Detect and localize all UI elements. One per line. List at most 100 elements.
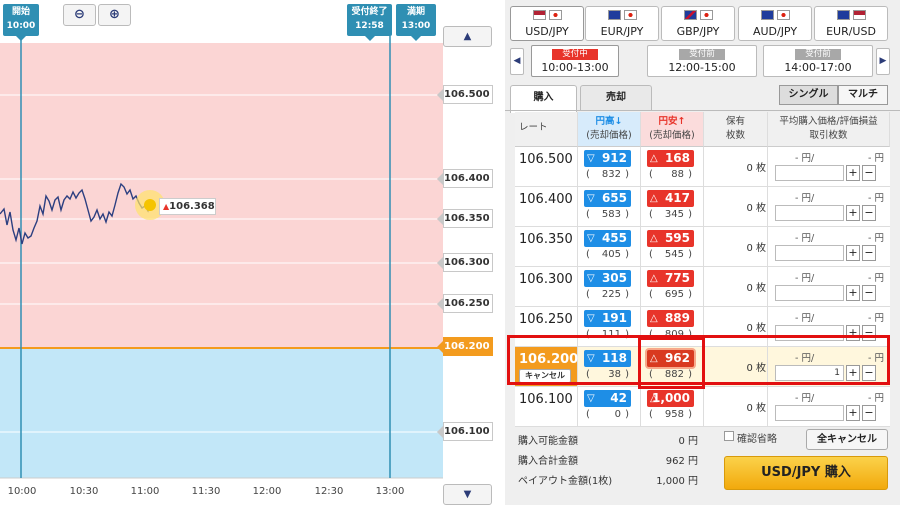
session-status: 受付前 xyxy=(795,49,841,60)
pair-flags xyxy=(662,10,734,25)
plus-button[interactable]: + xyxy=(846,405,860,421)
price-axis-label: 106.500 xyxy=(437,85,493,104)
time-axis-label: 11:30 xyxy=(191,486,221,497)
price-axis-label: 106.350 xyxy=(437,209,493,228)
minus-button[interactable]: − xyxy=(862,285,876,301)
minus-button[interactable]: − xyxy=(862,205,876,221)
pair-tab-label: GBP/JPY xyxy=(676,25,720,38)
plus-button[interactable]: + xyxy=(846,245,860,261)
price-axis-label: 106.200 xyxy=(437,337,493,356)
quantity-input[interactable] xyxy=(775,245,844,261)
pair-tab-4[interactable]: EUR/USD xyxy=(814,6,888,41)
table-row: 106.300 ▽ 305 (225) △ 775 (695) 0 枚 - 円/ -… xyxy=(515,267,890,307)
buy-high-price: 191 xyxy=(601,311,627,325)
buy-high-button[interactable]: ▽ 912 xyxy=(584,150,631,167)
buy-button[interactable]: USD/JPY 購入 xyxy=(724,456,888,490)
table-row: 106.500 ▽ 912 (832) △ 168 (88) 0 枚 - 円/ - … xyxy=(515,147,890,187)
single-order-toggle[interactable]: シングル xyxy=(779,85,838,105)
pair-tab-3[interactable]: AUD/JPY xyxy=(738,6,812,41)
row-rate-value: 106.400 xyxy=(519,192,573,207)
scroll-down-button[interactable]: ▼ xyxy=(443,484,492,505)
triangle-down-outline-icon: ▽ xyxy=(587,393,595,404)
buy-high-button[interactable]: ▽ 305 xyxy=(584,270,631,287)
buy-high-button[interactable]: ▽ 191 xyxy=(584,310,631,327)
time-axis-label: 11:00 xyxy=(130,486,160,497)
session-status: 受付中 xyxy=(552,49,598,60)
total-label: 購入合計金額 xyxy=(518,456,578,467)
expiry-label: 満期 xyxy=(406,7,425,17)
buy-low-button[interactable]: △ 775 xyxy=(647,270,694,287)
session-time: 14:00-17:00 xyxy=(784,61,852,74)
plus-button[interactable]: + xyxy=(846,165,860,181)
scroll-up-button[interactable]: ▲ xyxy=(443,26,492,47)
buy-low-button[interactable]: △ 595 xyxy=(647,230,694,247)
avg-price-left: - 円/ xyxy=(795,193,815,204)
quantity-input[interactable] xyxy=(775,285,844,301)
low-sell-value: 345 xyxy=(664,209,684,220)
tab-divider xyxy=(505,110,900,111)
buy-low-button[interactable]: △ 417 xyxy=(647,190,694,207)
tab-buy[interactable]: 購入 xyxy=(510,85,577,113)
quantity-input[interactable] xyxy=(775,165,844,181)
zoom-in-button[interactable]: ⊕ xyxy=(98,4,131,26)
buy-low-button[interactable]: △ 889 xyxy=(647,310,694,327)
high-sell-value: 405 xyxy=(601,249,621,260)
row-rate: 106.350 xyxy=(515,227,578,266)
header-low: 円安↑ (売却価格) xyxy=(641,112,704,147)
cancel-all-button[interactable]: 全キャンセル xyxy=(806,429,888,450)
zoom-in-icon: ⊕ xyxy=(109,7,120,22)
zoom-out-button[interactable]: ⊖ xyxy=(63,4,96,26)
minus-button[interactable]: − xyxy=(862,405,876,421)
close-label: 受付終了 xyxy=(351,7,388,17)
payout-value: 1,000 円 xyxy=(656,476,698,487)
session-next-button[interactable]: ▶ xyxy=(876,48,890,75)
highlight-selected-price xyxy=(638,337,705,389)
session-status: 受付前 xyxy=(679,49,725,60)
table-row: 106.100 ▽ 42 (0) △ 1,000 (958) 0 枚 - 円/ - … xyxy=(515,387,890,427)
pair-flags xyxy=(511,10,583,25)
current-price-label: ▲106.368 xyxy=(159,198,216,215)
minus-button[interactable]: − xyxy=(862,165,876,181)
quantity-input[interactable] xyxy=(775,205,844,221)
buy-low-price: 775 xyxy=(664,271,690,285)
tab-sell[interactable]: 売却 xyxy=(580,85,652,110)
triangle-down-icon: ▼ xyxy=(463,489,472,500)
high-sell-value: 583 xyxy=(601,209,621,220)
minus-button[interactable]: − xyxy=(862,245,876,261)
buy-high-button[interactable]: ▽ 42 xyxy=(584,390,631,407)
quantity-input[interactable] xyxy=(775,405,844,421)
session-prev-button[interactable]: ◀ xyxy=(510,48,524,75)
session-time: 10:00-13:00 xyxy=(541,61,609,74)
plus-button[interactable]: + xyxy=(846,285,860,301)
triangle-down-outline-icon: ▽ xyxy=(587,233,595,244)
buy-low-price: 417 xyxy=(664,191,690,205)
buy-low-button[interactable]: △ 168 xyxy=(647,150,694,167)
session-2[interactable]: 受付前 14:00-17:00 xyxy=(763,45,873,77)
avg-price-right: - 円 xyxy=(868,193,884,204)
hold-qty: 0 枚 xyxy=(746,163,766,174)
buy-high-button[interactable]: ▽ 655 xyxy=(584,190,631,207)
pair-flags xyxy=(815,10,887,25)
lower-price-zone xyxy=(0,348,443,478)
price-axis-label: 106.300 xyxy=(437,253,493,272)
price-chart[interactable]: ⊖ ⊕ 開始 10:00 受付終了 12:58 満期 13:00 106.500… xyxy=(0,0,503,505)
header-avg: 平均購入価格/評価損益 取引枚数 xyxy=(768,112,890,147)
triangle-up-outline-icon: △ xyxy=(650,273,658,284)
plus-button[interactable]: + xyxy=(846,205,860,221)
triangle-up-icon: ▲ xyxy=(463,31,472,42)
time-axis-label: 12:00 xyxy=(252,486,282,497)
session-0[interactable]: 受付中 10:00-13:00 xyxy=(531,45,619,77)
pair-tab-0[interactable]: USD/JPY xyxy=(510,6,584,41)
pair-tab-1[interactable]: EUR/JPY xyxy=(585,6,659,41)
row-rate-value: 106.350 xyxy=(519,232,573,247)
confirm-skip-checkbox[interactable] xyxy=(724,431,734,441)
buy-low-button[interactable]: △ 1,000 xyxy=(647,390,694,407)
triangle-down-outline-icon: ▽ xyxy=(587,193,595,204)
buy-high-button[interactable]: ▽ 455 xyxy=(584,230,631,247)
session-1[interactable]: 受付前 12:00-15:00 xyxy=(647,45,757,77)
buy-low-price: 168 xyxy=(664,151,690,165)
multi-order-toggle[interactable]: マルチ xyxy=(838,85,888,105)
flag-jp-icon xyxy=(548,10,562,20)
start-time: 10:00 xyxy=(6,21,36,31)
pair-tab-2[interactable]: GBP/JPY xyxy=(661,6,735,41)
